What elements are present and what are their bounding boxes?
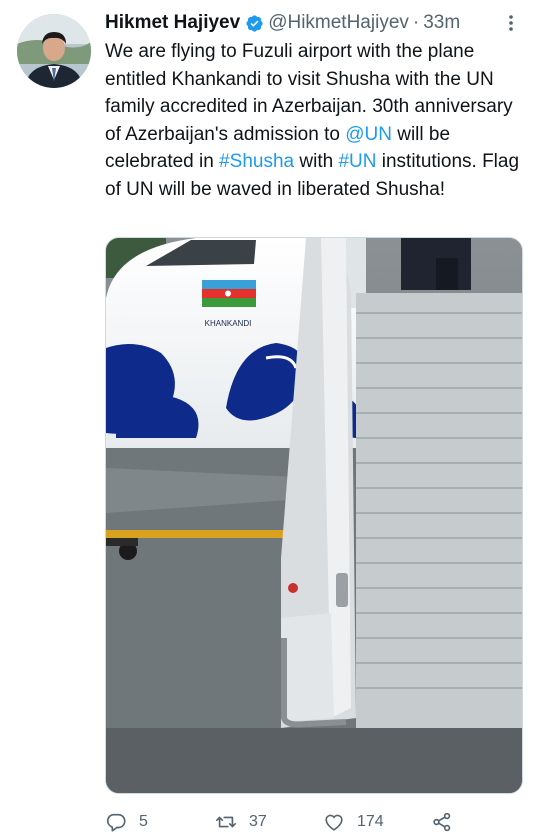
retweet-icon (216, 816, 236, 828)
hashtag-link-shusha[interactable]: #Shusha (219, 151, 294, 172)
tweet-photo[interactable]: KHANKANDI A (105, 237, 523, 794)
like-count: 174 (357, 813, 384, 830)
tweet-text-segment: with (294, 151, 339, 172)
retweet-count: 37 (249, 813, 267, 830)
mention-link-un[interactable]: @UN (345, 124, 392, 145)
tweet-text: We are flying to Fuzuli airport with the… (105, 38, 530, 203)
reply-button[interactable]: 5 (105, 808, 148, 836)
reply-icon (106, 813, 126, 832)
reply-count: 5 (139, 813, 148, 830)
tweet-actions: 5 37 174 (105, 808, 525, 836)
photo-airplane-stairs: KHANKANDI A (106, 238, 522, 793)
author-name[interactable]: Hikmet Hajiyev (105, 12, 240, 34)
avatar-photo (17, 14, 91, 88)
author-handle[interactable]: @HikmetHajiyev (268, 12, 409, 34)
share-button[interactable] (431, 808, 465, 836)
like-button[interactable]: 174 (323, 808, 384, 836)
share-icon (433, 812, 451, 832)
tweet-text-segment: We are flying to Fuzuli airport with the… (105, 41, 513, 145)
more-icon[interactable] (500, 10, 522, 36)
tweet-header: Hikmet Hajiyev @HikmetHajiyev · 33m (105, 10, 526, 36)
plane-name-label: KHANKANDI (205, 319, 252, 328)
separator-dot: · (412, 12, 420, 33)
like-icon (325, 814, 343, 831)
verified-badge-icon (245, 14, 264, 33)
avatar[interactable] (17, 14, 91, 88)
retweet-button[interactable]: 37 (215, 808, 267, 836)
tweet-timestamp[interactable]: 33m (423, 12, 460, 34)
hashtag-link-un[interactable]: #UN (338, 151, 376, 172)
